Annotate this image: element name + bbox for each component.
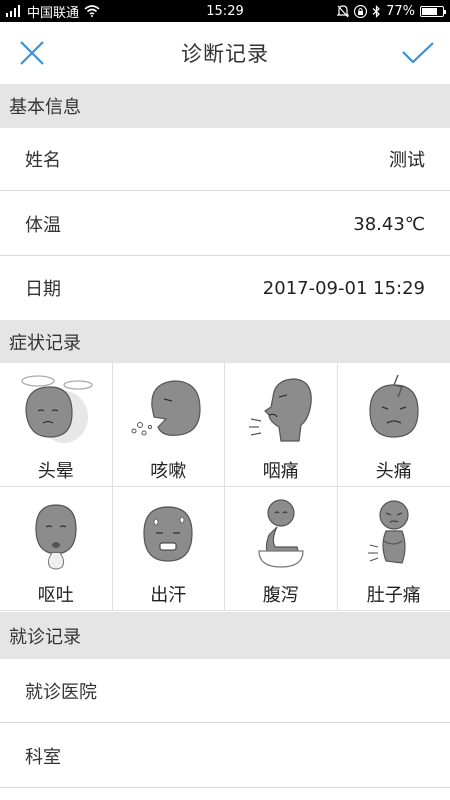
symptom-sweat[interactable]: 出汗 xyxy=(112,487,225,611)
symptom-label: 头痛 xyxy=(375,461,412,482)
mute-icon xyxy=(337,4,350,17)
symptom-label: 头晕 xyxy=(37,461,74,482)
symptom-label: 咽痛 xyxy=(262,461,299,482)
section-visit: 就诊记录 xyxy=(0,612,450,659)
close-button[interactable] xyxy=(13,34,51,72)
sweat-icon xyxy=(143,506,193,562)
hospital-label: 就诊医院 xyxy=(25,681,97,703)
name-row[interactable]: 姓名 测试 xyxy=(0,128,450,191)
battery-percent: 77% xyxy=(386,3,415,19)
close-icon xyxy=(20,41,44,65)
wifi-icon xyxy=(84,5,100,17)
name-value: 测试 xyxy=(389,150,425,171)
status-bar: 中国联通 15:29 77% xyxy=(0,0,450,22)
diarrhea-icon xyxy=(258,499,304,568)
symptom-dizzy[interactable]: 头晕 xyxy=(0,363,113,487)
symptom-vomit[interactable]: 呕吐 xyxy=(0,487,113,611)
symptom-label: 咳嗽 xyxy=(150,461,187,482)
date-label: 日期 xyxy=(25,279,61,300)
status-right: 77% xyxy=(337,3,446,19)
temperature-row[interactable]: 体温 38.43℃ xyxy=(0,193,450,256)
hospital-row[interactable]: 就诊医院 xyxy=(0,659,450,723)
symptom-sore-throat[interactable]: 咽痛 xyxy=(225,363,338,487)
bluetooth-icon xyxy=(372,4,380,18)
date-row[interactable]: 日期 2017-09-01 15:29 xyxy=(0,256,450,320)
signal-icon xyxy=(6,5,20,17)
checkmark-icon xyxy=(402,42,434,64)
symptom-label: 腹泻 xyxy=(262,585,299,606)
temperature-value: 38.43℃ xyxy=(353,213,425,235)
page-title: 诊断记录 xyxy=(181,42,269,66)
symptom-label: 出汗 xyxy=(150,585,187,606)
symptom-diarrhea[interactable]: 腹泻 xyxy=(225,487,338,611)
symptom-headache[interactable]: 头痛 xyxy=(337,363,450,487)
carrier-name: 中国联通 xyxy=(27,5,80,21)
status-left: 中国联通 xyxy=(6,2,100,21)
section-symptoms: 症状记录 xyxy=(0,320,450,364)
symptom-stomachache[interactable]: 肚子痛 xyxy=(337,487,450,611)
vomit-icon xyxy=(35,504,77,570)
cough-icon xyxy=(131,380,201,436)
symptom-label: 呕吐 xyxy=(37,585,74,606)
stomachache-icon xyxy=(367,500,409,564)
battery-fill xyxy=(422,7,438,15)
sore-throat-icon xyxy=(248,378,312,442)
headache-icon xyxy=(369,374,419,438)
lock-icon xyxy=(354,4,368,18)
symptom-cough[interactable]: 咳嗽 xyxy=(112,363,225,487)
confirm-button[interactable] xyxy=(399,34,437,72)
section-basic-info: 基本信息 xyxy=(0,84,450,128)
dizzy-icon xyxy=(21,375,93,443)
app-header: 诊断记录 xyxy=(0,22,450,84)
date-value: 2017-09-01 15:29 xyxy=(262,277,425,299)
symptom-grid: 头晕 咳嗽 咽痛 头痛 呕吐 出汗 腹泻 肚子痛 xyxy=(0,363,450,611)
name-label: 姓名 xyxy=(25,150,61,171)
department-row[interactable]: 科室 xyxy=(0,724,450,788)
symptom-label: 肚子痛 xyxy=(366,585,421,606)
battery-icon xyxy=(420,5,446,17)
temperature-label: 体温 xyxy=(25,215,61,236)
department-label: 科室 xyxy=(25,746,61,768)
